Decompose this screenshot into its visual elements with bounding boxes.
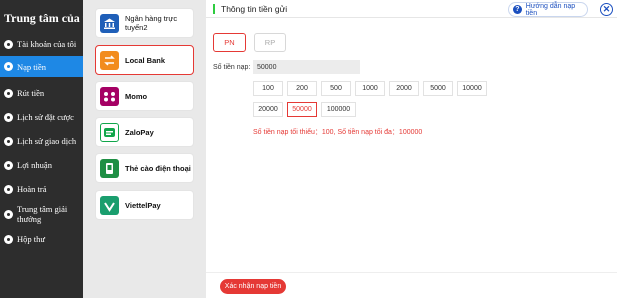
deposit-panel: Thông tin tiền gửi ? Hướng dẫn nạp tiền … bbox=[206, 0, 617, 298]
method-label: Thẻ cào điện thoại bbox=[125, 163, 191, 173]
method-viettelpay[interactable]: ViettelPay bbox=[95, 190, 194, 220]
confirm-deposit-button[interactable]: Xác nhận nạp tiền bbox=[220, 279, 286, 294]
method-local-bank[interactable]: Local Bank bbox=[95, 45, 194, 75]
sidebar-item-bet-history[interactable]: Lịch sử đặt cược bbox=[0, 107, 83, 127]
transaction-icon bbox=[4, 136, 13, 146]
sidebar-item-withdraw[interactable]: Rút tiền bbox=[0, 83, 83, 103]
amount-chip[interactable]: 100000 bbox=[321, 102, 356, 117]
method-label: Momo bbox=[125, 91, 148, 101]
help-icon: ? bbox=[513, 5, 522, 14]
method-momo[interactable]: Momo bbox=[95, 81, 194, 111]
sidebar-item-transaction-history[interactable]: Lịch sử giao dịch bbox=[0, 131, 83, 151]
sidebar-item-my-account[interactable]: Tài khoản của tôi bbox=[0, 34, 83, 54]
amount-chip-selected[interactable]: 50000 bbox=[287, 102, 317, 117]
phone-card-icon bbox=[100, 158, 119, 178]
amount-chip[interactable]: 1000 bbox=[355, 81, 385, 96]
method-online-bank[interactable]: Ngân hàng trực tuyến2 bbox=[95, 8, 194, 38]
amount-label: Số tiền nạp: bbox=[213, 64, 251, 71]
sidebar: Trung tâm của tôi Tài khoản của tôi Nạp … bbox=[0, 0, 97, 298]
close-icon[interactable]: ✕ bbox=[600, 3, 613, 16]
title-accent-bar bbox=[213, 4, 215, 14]
amount-input[interactable] bbox=[253, 60, 360, 74]
mail-icon bbox=[4, 234, 13, 244]
sidebar-item-mailbox[interactable]: Hộp thư bbox=[0, 229, 83, 249]
deposit-icon bbox=[4, 62, 13, 71]
amount-chip[interactable]: 20000 bbox=[253, 102, 283, 117]
amount-chip[interactable]: 10000 bbox=[457, 81, 487, 96]
sidebar-item-label: Tài khoản của tôi bbox=[17, 39, 77, 49]
deposit-guide-label: Hướng dẫn nạp tiền bbox=[525, 2, 576, 17]
method-zalopay[interactable]: ZaloPay bbox=[95, 117, 194, 147]
history-icon bbox=[4, 112, 13, 122]
tab-pn[interactable]: PN bbox=[213, 33, 246, 52]
sidebar-item-label: Rút tiền bbox=[17, 88, 45, 98]
amount-chip[interactable]: 2000 bbox=[389, 81, 419, 96]
deposit-limit-text: Số tiền nạp tối thiểu：100, Số tiền nạp t… bbox=[253, 129, 423, 136]
method-phone-card[interactable]: Thẻ cào điện thoại bbox=[95, 153, 194, 183]
sidebar-item-deposit[interactable]: Nạp tiền bbox=[0, 56, 83, 77]
profit-icon bbox=[4, 160, 13, 170]
sidebar-item-label: Lợi nhuận bbox=[17, 160, 52, 170]
amount-chip[interactable]: 500 bbox=[321, 81, 351, 96]
zalopay-icon bbox=[100, 122, 119, 142]
bank-icon bbox=[100, 13, 119, 33]
sidebar-item-label: Trung tâm giải thưởng bbox=[17, 204, 68, 224]
sidebar-title: Trung tâm của tôi bbox=[4, 11, 97, 25]
local-bank-icon bbox=[100, 50, 119, 70]
sidebar-item-label: Lịch sử giao dịch bbox=[17, 136, 77, 146]
sidebar-item-label: Hộp thư bbox=[17, 234, 45, 244]
viettelpay-icon bbox=[100, 195, 119, 215]
withdraw-icon bbox=[4, 88, 13, 98]
payment-method-list: Ngân hàng trực tuyến2 Local Bank Momo Za… bbox=[83, 0, 206, 298]
amount-chip[interactable]: 5000 bbox=[423, 81, 453, 96]
method-label: Local Bank bbox=[125, 55, 166, 65]
method-label: ViettelPay bbox=[125, 200, 161, 210]
tab-rp[interactable]: RP bbox=[254, 33, 286, 52]
amount-chip[interactable]: 100 bbox=[253, 81, 283, 96]
sidebar-item-refund[interactable]: Hoàn trả bbox=[0, 179, 83, 199]
sidebar-item-label: Nạp tiền bbox=[17, 61, 47, 72]
sidebar-item-label: Lịch sử đặt cược bbox=[17, 112, 74, 122]
momo-icon bbox=[100, 86, 119, 106]
method-label: Ngân hàng trực tuyến2 bbox=[125, 14, 178, 32]
footer-divider bbox=[206, 272, 617, 273]
sidebar-item-profit[interactable]: Lợi nhuận bbox=[0, 155, 83, 175]
user-icon bbox=[4, 39, 13, 49]
page-title: Thông tin tiền gửi bbox=[221, 4, 288, 14]
sidebar-item-label: Hoàn trả bbox=[17, 184, 47, 194]
sidebar-item-reward-center[interactable]: Trung tâm giải thưởng bbox=[0, 202, 83, 226]
amount-chip[interactable]: 200 bbox=[287, 81, 317, 96]
method-label: ZaloPay bbox=[125, 127, 154, 137]
reward-icon bbox=[4, 209, 13, 219]
deposit-guide-button[interactable]: ? Hướng dẫn nạp tiền bbox=[508, 2, 588, 17]
refund-icon bbox=[4, 184, 13, 194]
panel-header: Thông tin tiền gửi ? Hướng dẫn nạp tiền … bbox=[206, 0, 617, 18]
